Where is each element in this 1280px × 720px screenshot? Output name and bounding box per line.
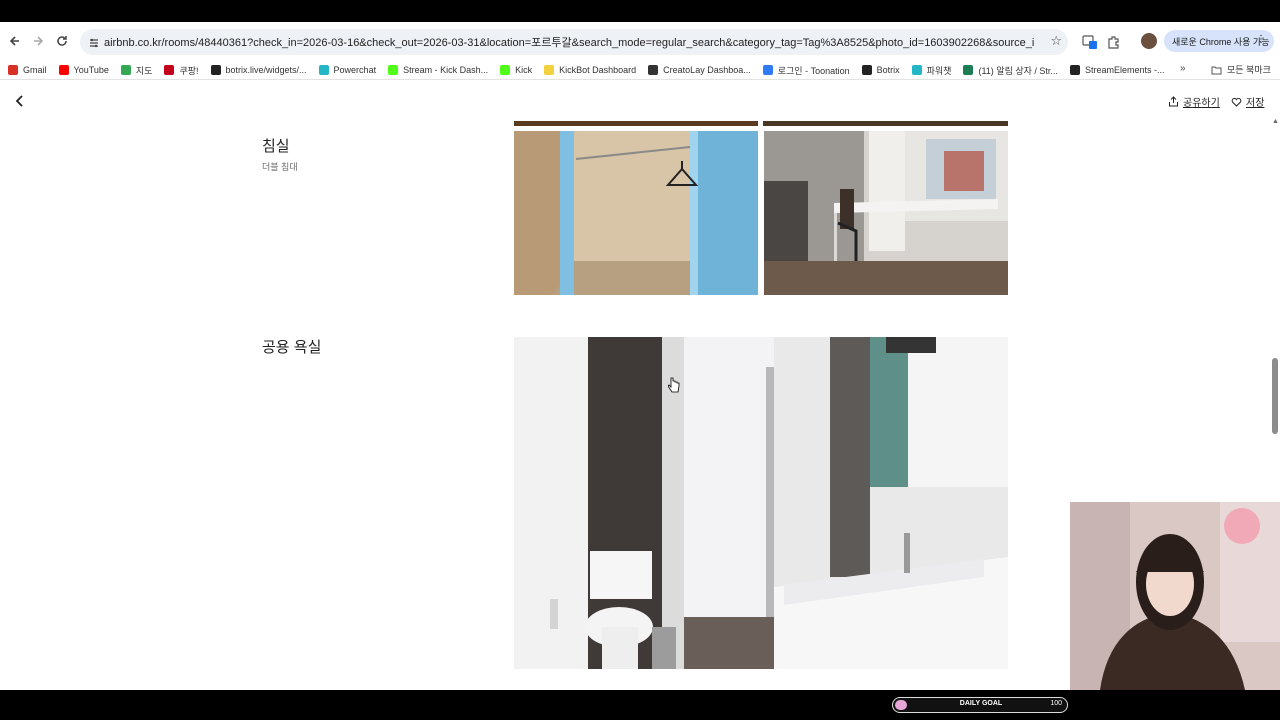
browser-chrome: airbnb.co.kr/rooms/48440361?check_in=202… <box>0 22 1280 80</box>
bookmark-favicon-icon <box>210 65 221 75</box>
bookmark-favicon-icon <box>164 65 175 75</box>
bookmark-label: StreamElements -... <box>1084 65 1165 75</box>
bookmark-label: 파워챗 <box>926 65 952 76</box>
bathroom-photo[interactable] <box>514 337 1008 669</box>
screen-top-band <box>0 0 1280 22</box>
bookmark-item[interactable]: (11) 알림 상자 / Str... <box>963 64 1058 77</box>
bookmark-favicon-icon <box>120 65 131 75</box>
daily-goal-widget: DAILY GOAL 100 <box>892 697 1068 713</box>
bookmark-item[interactable]: Kick <box>500 65 532 75</box>
profile-avatar[interactable] <box>1141 33 1157 49</box>
bookmark-item[interactable]: 지도 <box>120 64 153 77</box>
browser-toolbar: airbnb.co.kr/rooms/48440361?check_in=202… <box>0 22 1280 60</box>
scrollbar-thumb[interactable] <box>1272 358 1278 434</box>
bookmark-star-icon[interactable]: ☆ <box>1050 33 1062 49</box>
closet-photo[interactable] <box>514 131 758 295</box>
bookmark-label: botrix.live/widgets/... <box>225 65 307 75</box>
section-title-bedroom: 침실 <box>262 138 290 155</box>
hand-cursor-icon <box>667 377 680 398</box>
webcam-overlay <box>1070 502 1280 690</box>
stream-overlay-bar <box>0 690 1280 720</box>
site-info-icon[interactable] <box>88 36 100 48</box>
bookmark-item[interactable]: YouTube <box>58 65 109 75</box>
bookmark-favicon-icon <box>544 65 555 75</box>
bookmark-item[interactable]: 파워챗 <box>911 64 952 77</box>
bookmark-item[interactable]: botrix.live/widgets/... <box>210 65 307 75</box>
bookmark-item[interactable]: KickBot Dashboard <box>544 65 636 75</box>
previous-photo-sliver[interactable] <box>514 121 758 126</box>
bookmark-label: 쿠팡! <box>179 65 199 76</box>
chrome-update-label: 새로운 Chrome 사용 가능 <box>1172 36 1270 47</box>
section-subtitle-bedroom: 더블 침대 <box>262 162 298 172</box>
bookmark-favicon-icon <box>1069 65 1080 75</box>
bookmark-favicon-icon <box>762 65 773 75</box>
bookmark-label: Stream - Kick Dash... <box>403 65 489 75</box>
bookmark-favicon-icon <box>388 65 399 75</box>
bookmark-favicon-icon <box>911 65 922 75</box>
bookmark-favicon-icon <box>8 65 18 75</box>
bookmark-label: 로그인 - Toonation <box>777 65 850 76</box>
bookmark-item[interactable]: Powerchat <box>318 65 377 75</box>
bookmark-favicon-icon <box>648 65 659 75</box>
scroll-up-arrow-icon[interactable]: ▲ <box>1272 118 1279 125</box>
chrome-update-pill[interactable]: 새로운 Chrome 사용 가능 ⋮ <box>1164 30 1274 52</box>
desk-photo[interactable] <box>764 131 1008 295</box>
bookmark-label: KickBot Dashboard <box>559 65 637 75</box>
previous-photo-sliver[interactable] <box>763 121 1008 126</box>
bookmark-favicon-icon <box>963 65 974 75</box>
share-button[interactable]: 공유하기 <box>1168 94 1220 109</box>
bookmark-label: CreatoLay Dashboa... <box>663 65 751 75</box>
bookmark-item[interactable]: CreatoLay Dashboa... <box>648 65 751 75</box>
bookmark-item[interactable]: StreamElements -... <box>1069 65 1165 75</box>
bookmark-label: Gmail <box>23 65 47 75</box>
reload-icon[interactable] <box>50 29 74 53</box>
url-text[interactable]: airbnb.co.kr/rooms/48440361?check_in=202… <box>104 34 1034 50</box>
bookmark-favicon-icon <box>318 65 329 75</box>
daily-goal-number: 100 <box>1050 700 1062 707</box>
bookmarks-overflow-icon[interactable]: » <box>1180 63 1186 74</box>
forward-arrow-icon[interactable] <box>26 29 50 53</box>
bookmark-item[interactable]: Gmail <box>8 65 47 75</box>
share-icon <box>1169 96 1178 107</box>
address-bar[interactable]: airbnb.co.kr/rooms/48440361?check_in=202… <box>80 29 1068 55</box>
bookmark-item[interactable]: Botrix <box>861 65 900 75</box>
bookmark-label: Botrix <box>876 65 900 75</box>
translate-icon[interactable] <box>1082 34 1098 50</box>
bookmark-item[interactable]: Stream - Kick Dash... <box>388 65 488 75</box>
more-menu-icon[interactable]: ⋮ <box>1256 34 1266 45</box>
share-label: 공유하기 <box>1183 98 1220 109</box>
bookmark-label: Powerchat <box>333 65 377 75</box>
folder-icon <box>1211 66 1222 74</box>
save-label: 저장 <box>1246 98 1265 109</box>
extensions-icon[interactable] <box>1106 34 1122 50</box>
bookmark-label: (11) 알림 상자 / Str... <box>978 65 1058 76</box>
bookmark-favicon-icon <box>861 65 872 75</box>
bookmark-item[interactable]: 로그인 - Toonation <box>762 64 850 77</box>
bookmark-label: 지도 <box>135 65 153 76</box>
back-arrow-icon[interactable] <box>3 29 27 53</box>
bookmark-label: Kick <box>515 65 533 75</box>
bookmark-label: YouTube <box>73 65 109 75</box>
section-title-shared-bathroom: 공용 욕실 <box>262 339 322 356</box>
back-chevron-icon[interactable] <box>14 94 24 111</box>
bookmark-favicon-icon <box>500 65 511 75</box>
daily-goal-label: DAILY GOAL <box>959 700 1003 707</box>
heart-icon <box>1231 97 1242 107</box>
save-button[interactable]: 저장 <box>1231 94 1264 109</box>
bookmark-item[interactable]: 쿠팡! <box>164 64 199 77</box>
all-bookmarks-label: 모든 북마크 <box>1227 65 1271 75</box>
bookmark-favicon-icon <box>58 65 69 75</box>
all-bookmarks-folder[interactable]: 모든 북마크 <box>1211 63 1271 76</box>
bookmarks-bar: Gmail YouTube 지도 쿠팡! botrix.live/widgets/...… <box>0 60 1280 80</box>
